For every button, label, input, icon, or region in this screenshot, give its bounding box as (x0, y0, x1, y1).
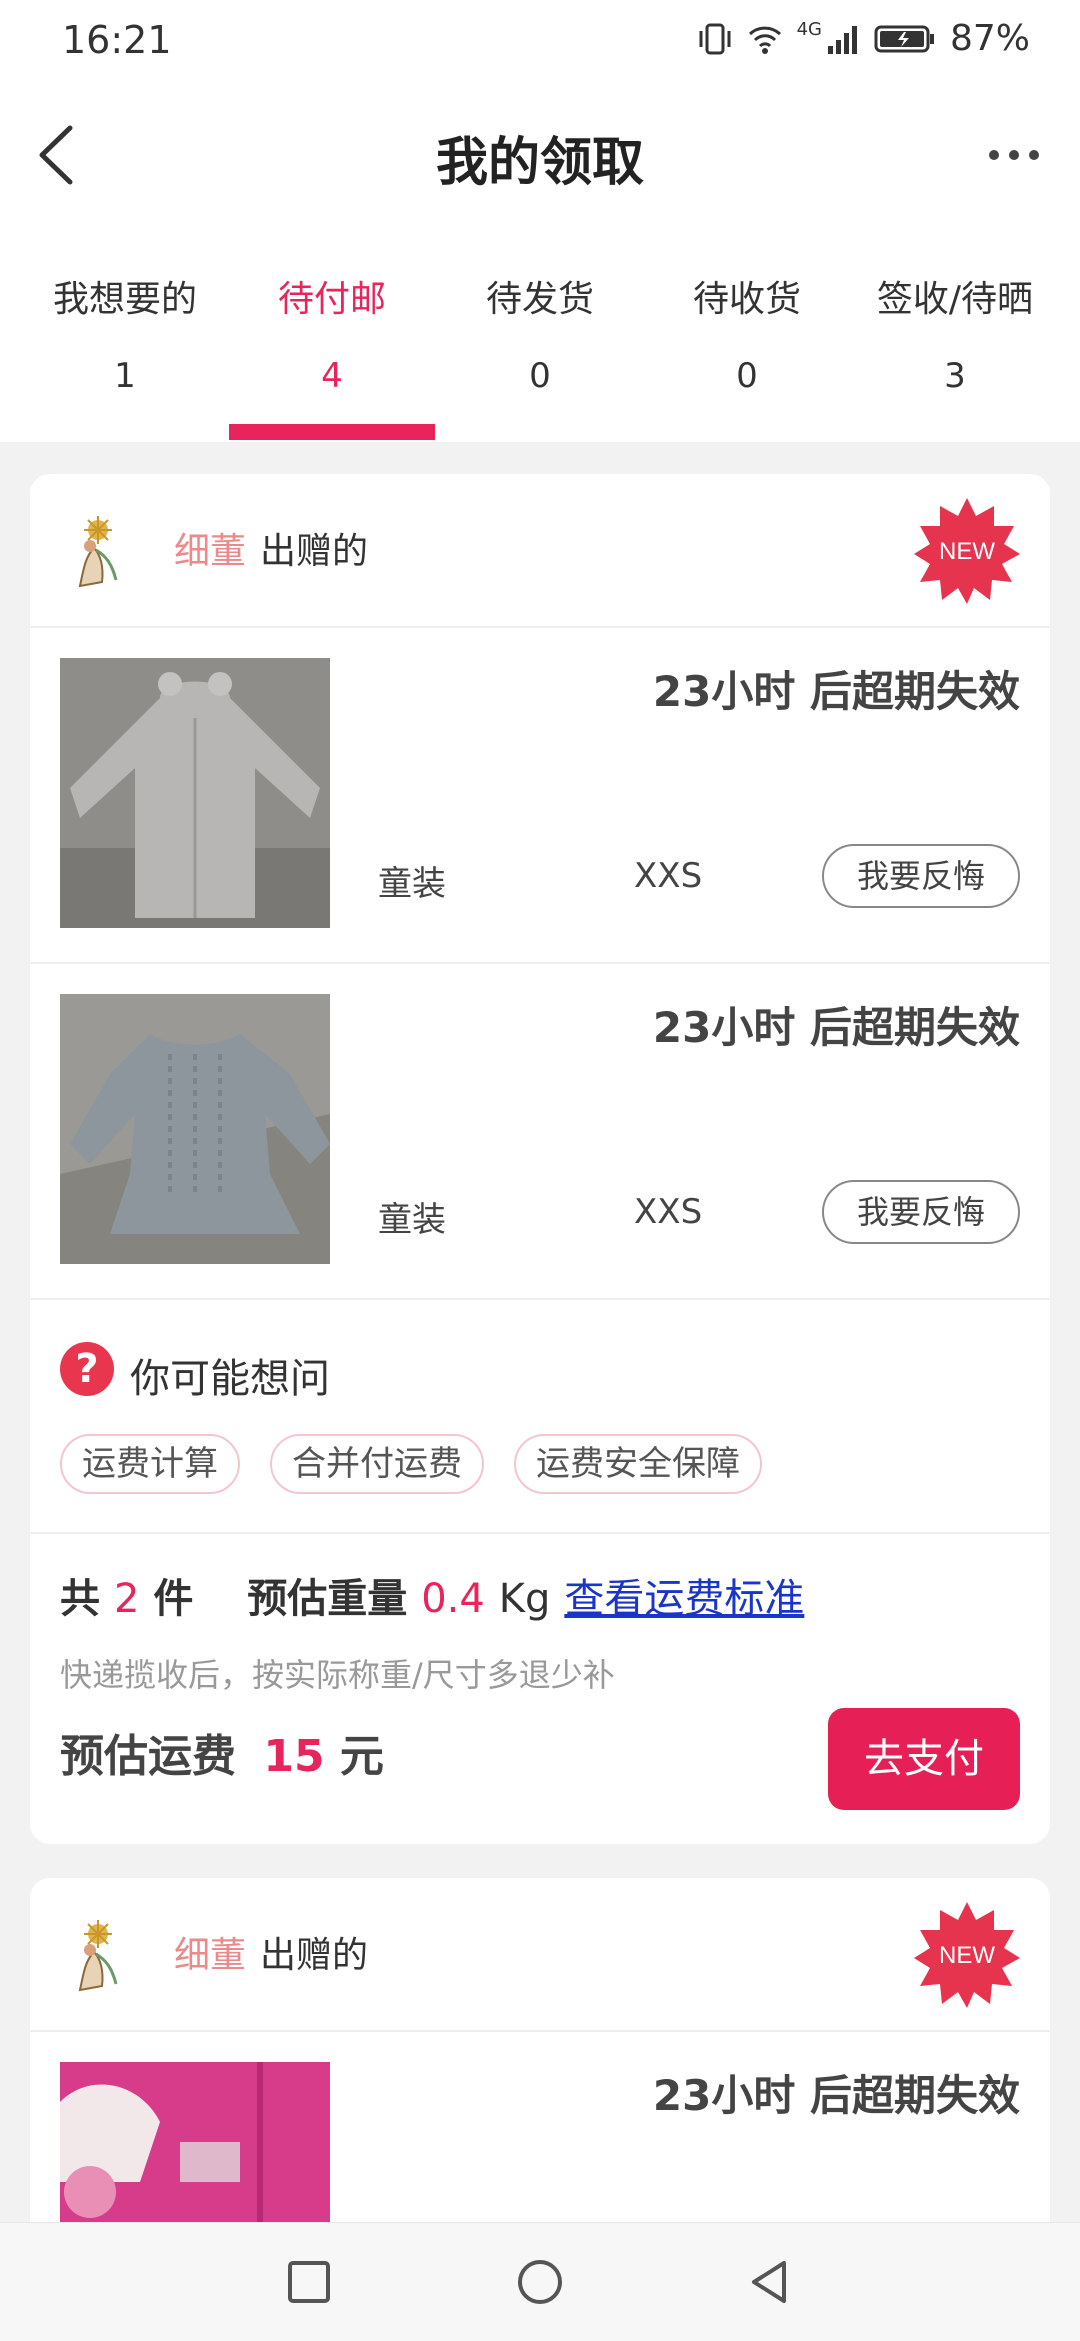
item-photo-hoodie[interactable] (60, 658, 330, 928)
question-icon: ? (60, 1342, 114, 1396)
tab-count: 4 (321, 356, 343, 396)
svg-text:NEW: NEW (939, 538, 995, 565)
tab-pending-shipping-fee[interactable]: 待付邮 4 (229, 272, 435, 396)
status-time: 16:21 (62, 18, 172, 62)
tab-count: 1 (114, 356, 136, 396)
cancel-claim-button[interactable]: 我要反悔 (822, 844, 1020, 908)
vibrate-icon (699, 23, 731, 54)
new-badge-icon: NEW (914, 498, 1020, 604)
weight-label: 预估重量 (247, 1576, 408, 1622)
faq-section: ? 你可能想问 运费计算 合并付运费 运费安全保障 (30, 1300, 1050, 1534)
tab-label: 待收货 (692, 279, 801, 320)
tab-count: 0 (529, 356, 551, 396)
shipping-note: 快递揽收后，按实际称重/尺寸多退少补 (60, 1656, 615, 1694)
total-suffix: 件 (153, 1576, 194, 1622)
giver-avatar[interactable] (60, 510, 142, 592)
total-count: 2 (113, 1576, 140, 1622)
card-header: 细董 出赠的 NEW (30, 474, 1050, 628)
home-icon[interactable] (515, 2257, 565, 2307)
tab-label: 待付邮 (277, 279, 386, 320)
total-prefix: 共 (60, 1576, 100, 1622)
tab-signed-review[interactable]: 签收/待晒 3 (852, 272, 1058, 396)
gift-order-card: 细董 出赠的 NEW 23小时 后超期失效 童装 XXS 我要反悔 23小时 后超… (30, 474, 1050, 1844)
shipping-summary: 共 2 件 预估重量 0.4 Kg 查看运费标准 快递揽收后，按实际称重/尺寸多… (30, 1534, 1050, 1844)
gift-item[interactable]: 23小时 后超期失效 童装 XXS 我要反悔 (30, 964, 1050, 1300)
item-category: 童装 (378, 864, 446, 904)
tab-pending-dispatch[interactable]: 待发货 0 (437, 272, 643, 396)
faq-chip-shipping-calc[interactable]: 运费计算 (60, 1434, 240, 1494)
shipping-standard-link[interactable]: 查看运费标准 (564, 1576, 804, 1622)
system-nav-bar (0, 2222, 1080, 2341)
fee-value: 15 (263, 1731, 325, 1782)
tab-pending-receipt[interactable]: 待收货 0 (644, 272, 850, 396)
fee-label: 预估运费 (60, 1731, 236, 1782)
faq-chips: 运费计算 合并付运费 运费安全保障 (60, 1434, 762, 1494)
expire-countdown: 23小时 后超期失效 (652, 1003, 1020, 1052)
tab-label: 待发货 (485, 279, 594, 320)
pay-button[interactable]: 去支付 (828, 1708, 1020, 1810)
item-size: XXS (634, 1192, 703, 1232)
gift-item[interactable]: 23小时 后超期失效 童装 XXS 我要反悔 (30, 628, 1050, 964)
network-type: 4G (796, 19, 822, 40)
weight-value: 0.4 (421, 1576, 485, 1622)
more-options-icon[interactable] (984, 130, 1044, 180)
battery-icon (874, 25, 934, 52)
expire-countdown: 23小时 后超期失效 (652, 667, 1020, 716)
gift-order-card: 细董 出赠的 NEW 23小时 后超期失效 (30, 1878, 1050, 2258)
fee-unit: 元 (339, 1731, 384, 1782)
weight-unit: Kg (498, 1576, 551, 1622)
top-bar: 我的领取 (0, 80, 1080, 230)
giver-name[interactable]: 细董 (174, 1935, 246, 1976)
giver-line: 细董 出赠的 (174, 522, 368, 574)
faq-title: 你可能想问 (130, 1356, 330, 1402)
item-photo-sweater[interactable] (60, 994, 330, 1264)
giver-name[interactable]: 细董 (174, 531, 246, 572)
tab-wanted[interactable]: 我想要的 1 (22, 272, 228, 396)
estimated-fee: 预估运费 15 元 (60, 1720, 384, 1784)
faq-chip-combine-shipping[interactable]: 合并付运费 (270, 1434, 484, 1494)
active-tab-indicator (229, 424, 435, 440)
tab-label: 签收/待晒 (876, 279, 1034, 320)
svg-text:NEW: NEW (939, 1942, 995, 1969)
signal-icon (827, 25, 857, 54)
expire-countdown: 23小时 后超期失效 (652, 2071, 1020, 2120)
recent-apps-icon[interactable] (284, 2257, 334, 2307)
giver-action: 出赠的 (260, 1935, 369, 1976)
tab-count: 0 (736, 356, 758, 396)
tab-count: 3 (944, 356, 966, 396)
giver-avatar[interactable] (60, 1914, 142, 1996)
wifi-icon (748, 26, 781, 54)
back-icon[interactable] (744, 2257, 794, 2307)
order-totals: 共 2 件 预估重量 0.4 Kg 查看运费标准 (60, 1566, 804, 1624)
card-header: 细董 出赠的 NEW (30, 1878, 1050, 2032)
cancel-claim-button[interactable]: 我要反悔 (822, 1180, 1020, 1244)
tab-label: 我想要的 (52, 279, 197, 320)
item-size: XXS (634, 856, 703, 896)
faq-chip-shipping-safety[interactable]: 运费安全保障 (514, 1434, 762, 1494)
order-status-tabs: 我想要的 1 待付邮 4 待发货 0 待收货 0 签收/待晒 3 (0, 230, 1080, 442)
giver-action: 出赠的 (260, 531, 369, 572)
battery-percent: 87% (949, 18, 1030, 59)
new-badge-icon: NEW (914, 1902, 1020, 2008)
item-category: 童装 (378, 1200, 446, 1240)
giver-line: 细董 出赠的 (174, 1926, 368, 1978)
page-title: 我的领取 (435, 133, 644, 193)
status-bar: 16:21 4G 87% (0, 0, 1080, 80)
